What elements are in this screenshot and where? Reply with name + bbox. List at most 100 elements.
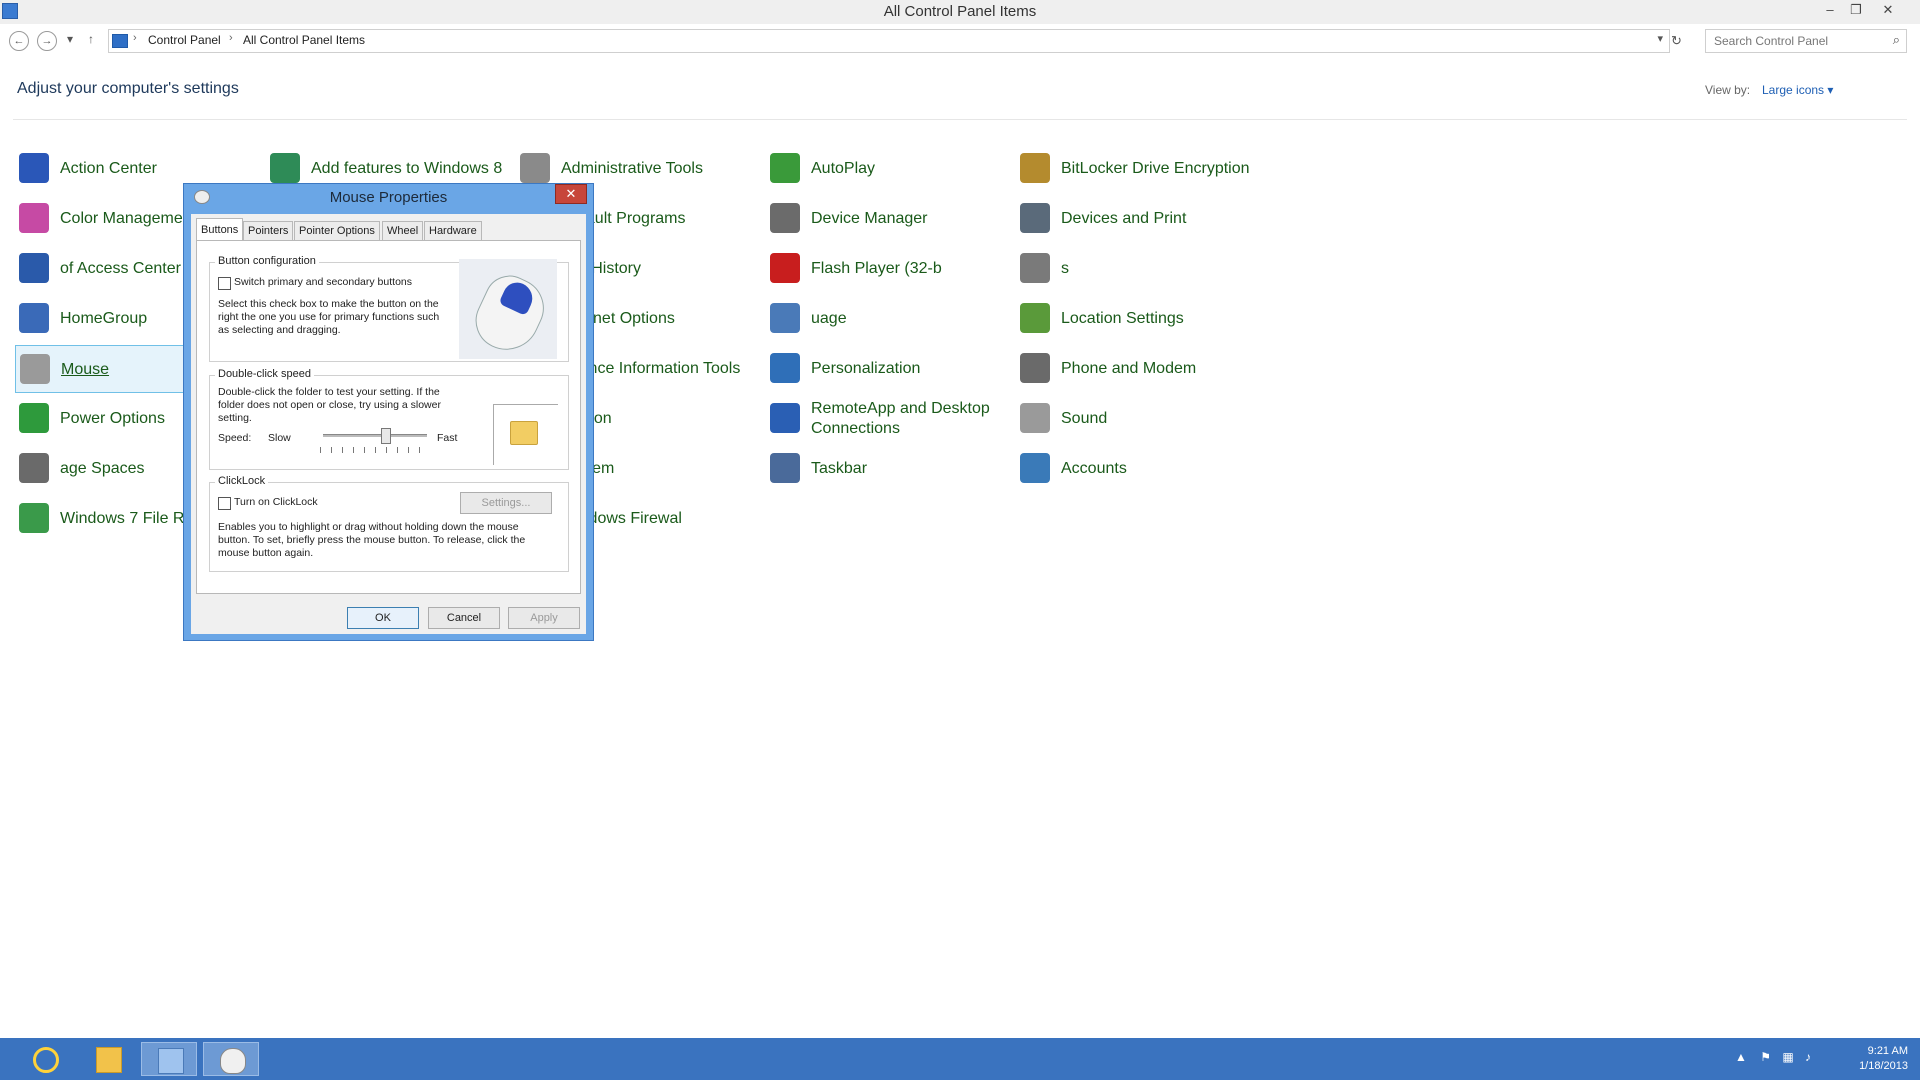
address-dropdown-icon[interactable]: ▾ bbox=[1657, 32, 1663, 45]
clicklock-description: Enables you to highlight or drag without… bbox=[218, 521, 526, 559]
control-panel-item[interactable]: Location Settings bbox=[1016, 295, 1266, 343]
breadcrumb-all-items[interactable]: All Control Panel Items bbox=[243, 33, 365, 47]
item-label[interactable]: Location Settings bbox=[1061, 295, 1266, 343]
switch-buttons-label[interactable]: Switch primary and secondary buttons bbox=[234, 276, 412, 289]
item-label[interactable]: Personalization bbox=[811, 345, 1016, 393]
taskbar-control-panel[interactable] bbox=[141, 1042, 197, 1076]
flag-icon[interactable]: ⚑ bbox=[1760, 1050, 1771, 1064]
item-label[interactable]: Accounts bbox=[1061, 445, 1266, 493]
view-by-value[interactable]: Large icons bbox=[1762, 83, 1824, 97]
breadcrumb-separator-icon: › bbox=[133, 32, 137, 44]
button-config-description: Select this check box to make the button… bbox=[218, 298, 440, 336]
control-panel-item[interactable]: Phone and Modem bbox=[1016, 345, 1266, 393]
refresh-icon[interactable]: ↻ bbox=[1671, 33, 1682, 49]
tab-wheel[interactable]: Wheel bbox=[382, 221, 424, 241]
flag-icon bbox=[19, 153, 49, 183]
control-panel-icon bbox=[158, 1048, 184, 1074]
view-by-label: View by: bbox=[1705, 83, 1751, 97]
clock-time: 9:21 AM bbox=[1867, 1045, 1908, 1057]
control-panel-item[interactable]: Sound bbox=[1016, 395, 1266, 443]
printer-icon bbox=[1020, 203, 1050, 233]
taskbar-mouse-properties[interactable] bbox=[203, 1042, 259, 1076]
tools-icon bbox=[520, 153, 550, 183]
tab-pointer-options[interactable]: Pointer Options bbox=[294, 221, 380, 241]
breadcrumb-separator-icon: › bbox=[229, 32, 233, 44]
network-icon[interactable]: ▦ bbox=[1782, 1050, 1793, 1064]
item-label[interactable]: BitLocker Drive Encryption bbox=[1061, 145, 1266, 193]
back-button[interactable]: ← bbox=[9, 31, 29, 51]
up-button[interactable]: ↑ bbox=[88, 32, 94, 46]
test-folder-area[interactable] bbox=[493, 404, 558, 465]
control-panel-item[interactable]: Device Manager bbox=[766, 195, 1016, 243]
ok-button[interactable]: OK bbox=[347, 607, 419, 629]
item-label[interactable]: Devices and Print bbox=[1061, 195, 1266, 243]
clicklock-checkbox[interactable] bbox=[218, 497, 231, 510]
taskbar-file-explorer[interactable] bbox=[80, 1042, 136, 1076]
mouse-properties-dialog: Mouse Properties ✕ Buttons Pointers Poin… bbox=[183, 183, 594, 641]
control-panel-item[interactable]: Taskbar bbox=[766, 445, 1016, 493]
minimize-button[interactable]: – bbox=[1818, 2, 1842, 17]
speaker-icon[interactable]: ♪ bbox=[1805, 1050, 1811, 1064]
file-recovery-icon bbox=[19, 503, 49, 533]
personalize-icon bbox=[770, 353, 800, 383]
control-panel-item[interactable]: AutoPlay bbox=[766, 145, 1016, 193]
item-label[interactable]: AutoPlay bbox=[811, 145, 1016, 193]
tab-hardware[interactable]: Hardware bbox=[424, 221, 482, 241]
control-panel-item[interactable]: BitLocker Drive Encryption bbox=[1016, 145, 1266, 193]
slow-label: Slow bbox=[268, 432, 291, 444]
homegroup-icon bbox=[19, 303, 49, 333]
chevron-down-icon[interactable]: ▾ bbox=[1827, 83, 1833, 97]
apply-button[interactable]: Apply bbox=[508, 607, 580, 629]
item-label[interactable]: Phone and Modem bbox=[1061, 345, 1266, 393]
control-panel-item[interactable]: Accounts bbox=[1016, 445, 1266, 493]
clicklock-settings-button[interactable]: Settings... bbox=[460, 492, 552, 514]
color-icon bbox=[19, 203, 49, 233]
restore-button[interactable]: ❐ bbox=[1844, 2, 1868, 18]
access-icon bbox=[19, 253, 49, 283]
speed-slider-thumb[interactable] bbox=[381, 428, 392, 444]
item-label[interactable]: Flash Player (32-b bbox=[811, 245, 1016, 293]
clicklock-label[interactable]: Turn on ClickLock bbox=[234, 496, 318, 509]
storage-icon bbox=[19, 453, 49, 483]
control-panel-item[interactable]: Devices and Print bbox=[1016, 195, 1266, 243]
item-label[interactable]: s bbox=[1061, 245, 1266, 293]
recent-locations-icon[interactable]: ▾ bbox=[67, 32, 73, 46]
taskbar-internet-explorer[interactable] bbox=[17, 1042, 73, 1076]
group-title: Button configuration bbox=[215, 255, 319, 267]
switch-buttons-checkbox[interactable] bbox=[218, 277, 231, 290]
item-label[interactable]: RemoteApp and Desktop Connections bbox=[811, 395, 1016, 443]
show-hidden-icons-icon[interactable]: ▲ bbox=[1735, 1050, 1747, 1064]
speed-slider-track[interactable] bbox=[323, 434, 427, 437]
tab-buttons[interactable]: Buttons bbox=[196, 218, 244, 242]
view-by-dropdown[interactable]: Large icons ▾ bbox=[1762, 83, 1833, 97]
autoplay-icon bbox=[770, 153, 800, 183]
control-panel-item[interactable]: Personalization bbox=[766, 345, 1016, 393]
item-label[interactable]: Device Manager bbox=[811, 195, 1016, 243]
power-icon bbox=[19, 403, 49, 433]
clock[interactable]: 9:21 AM 1/18/2013 bbox=[1850, 1044, 1908, 1074]
control-panel-item[interactable]: Flash Player (32-b bbox=[766, 245, 1016, 293]
forward-button[interactable]: → bbox=[37, 31, 57, 51]
double-click-speed-group: Double-click speed Double-click the fold… bbox=[209, 368, 569, 470]
tab-panel-buttons: Button configuration Switch primary and … bbox=[196, 240, 581, 594]
search-icon[interactable]: ⌕ bbox=[1893, 32, 1900, 48]
address-bar[interactable]: › Control Panel › All Control Panel Item… bbox=[108, 29, 1670, 53]
search-input[interactable]: Search Control Panel ⌕ bbox=[1705, 29, 1907, 53]
cancel-button[interactable]: Cancel bbox=[428, 607, 500, 629]
page-title: Adjust your computer's settings bbox=[17, 80, 239, 97]
breadcrumb-control-panel[interactable]: Control Panel bbox=[148, 33, 221, 47]
item-label[interactable]: uage bbox=[811, 295, 1016, 343]
dialog-close-button[interactable]: ✕ bbox=[555, 184, 587, 204]
fast-label: Fast bbox=[437, 432, 458, 444]
device-manager-icon bbox=[770, 203, 800, 233]
control-panel-item[interactable]: uage bbox=[766, 295, 1016, 343]
control-panel-item[interactable]: s bbox=[1016, 245, 1266, 293]
item-label[interactable]: Taskbar bbox=[811, 445, 1016, 493]
close-window-button[interactable]: ✕ bbox=[1876, 2, 1900, 18]
internet-explorer-icon bbox=[33, 1047, 59, 1073]
item-label[interactable]: Sound bbox=[1061, 395, 1266, 443]
tab-pointers[interactable]: Pointers bbox=[243, 221, 294, 241]
folder-icon[interactable] bbox=[510, 421, 538, 445]
speed-label: Speed: bbox=[218, 432, 252, 444]
control-panel-item[interactable]: RemoteApp and Desktop Connections bbox=[766, 395, 1016, 443]
